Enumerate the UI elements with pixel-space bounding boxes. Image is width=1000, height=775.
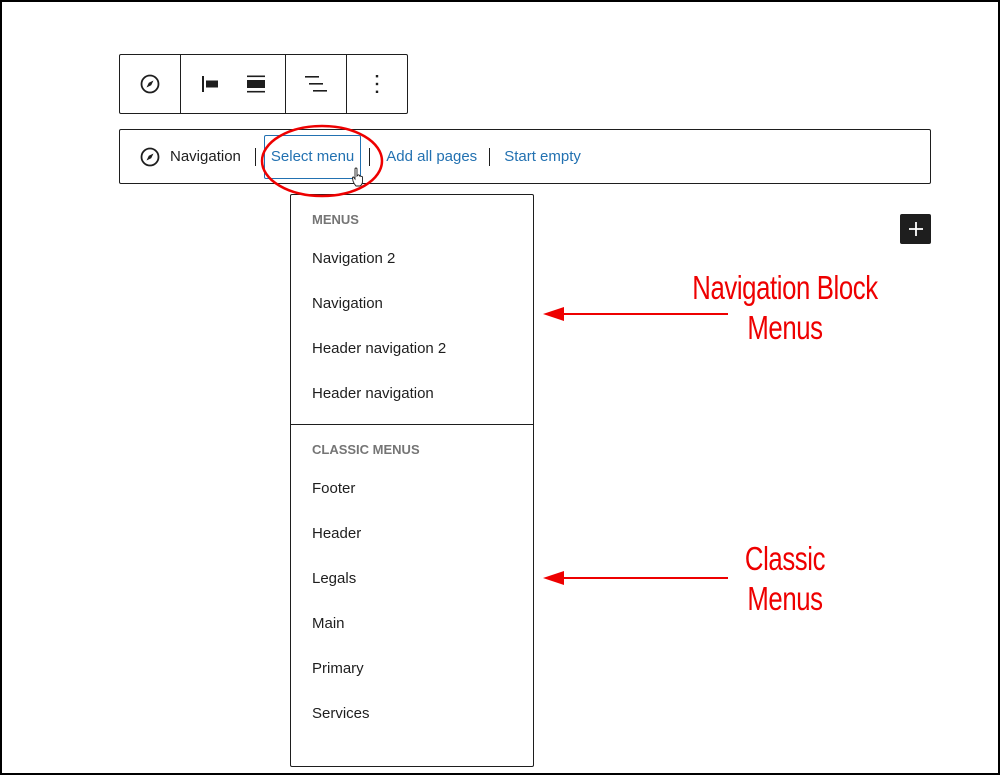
- justification-button[interactable]: [297, 65, 335, 103]
- separator: [369, 147, 371, 166]
- annotation-line: Menus: [747, 309, 823, 346]
- annotation-line: Classic: [744, 540, 826, 577]
- compass-icon: [140, 147, 160, 166]
- toolbar-group-options: [347, 55, 407, 113]
- select-menu-dropdown: MENUS Navigation 2 Navigation Header nav…: [290, 194, 534, 767]
- align-left-icon: [202, 76, 218, 92]
- align-wide-icon: [247, 75, 265, 93]
- navigation-placeholder: Navigation Select menu Add all pages Sta…: [119, 129, 931, 184]
- toolbar-group-justify: [286, 55, 347, 113]
- align-left-button[interactable]: [191, 65, 229, 103]
- classic-menus-group-title: CLASSIC MENUS: [312, 442, 420, 457]
- menu-item[interactable]: Header navigation: [291, 371, 533, 416]
- classic-menu-item[interactable]: Header: [291, 511, 533, 556]
- separator: [254, 147, 256, 166]
- menu-item[interactable]: Navigation 2: [291, 236, 533, 281]
- toolbar-group-align: [181, 55, 286, 113]
- annotation-navigation-block: Navigation Block Menus: [680, 268, 891, 348]
- placeholder-title: Navigation: [170, 148, 241, 165]
- more-vertical-icon: [375, 75, 379, 93]
- navigation-block-button[interactable]: [131, 65, 169, 103]
- more-options-button[interactable]: [358, 65, 396, 103]
- plus-icon: [908, 222, 923, 236]
- start-empty-button[interactable]: Start empty: [498, 135, 587, 179]
- annotation-line: Menus: [747, 580, 823, 617]
- menu-item[interactable]: Navigation: [291, 281, 533, 326]
- add-all-pages-button[interactable]: Add all pages: [380, 135, 483, 179]
- compass-icon: [140, 74, 160, 94]
- classic-menu-item[interactable]: Legals: [291, 556, 533, 601]
- block-toolbar: [119, 54, 408, 114]
- annotation-line: Navigation Block: [692, 269, 878, 306]
- menu-item[interactable]: Header navigation 2: [291, 326, 533, 371]
- select-menu-button[interactable]: Select menu: [263, 134, 362, 179]
- classic-menu-item[interactable]: Footer: [291, 466, 533, 511]
- separator: [489, 147, 491, 166]
- toolbar-group-block: [120, 55, 181, 113]
- menus-group-title: MENUS: [312, 212, 359, 227]
- align-wide-button[interactable]: [237, 65, 275, 103]
- placeholder-label: Navigation: [139, 146, 241, 168]
- justify-space-between-icon: [305, 76, 327, 92]
- annotation-classic-menus: Classic Menus: [719, 539, 852, 619]
- classic-menu-item[interactable]: Services: [291, 691, 533, 736]
- add-block-button[interactable]: [900, 214, 931, 244]
- classic-menu-item[interactable]: Primary: [291, 646, 533, 691]
- classic-menu-item[interactable]: Main: [291, 601, 533, 646]
